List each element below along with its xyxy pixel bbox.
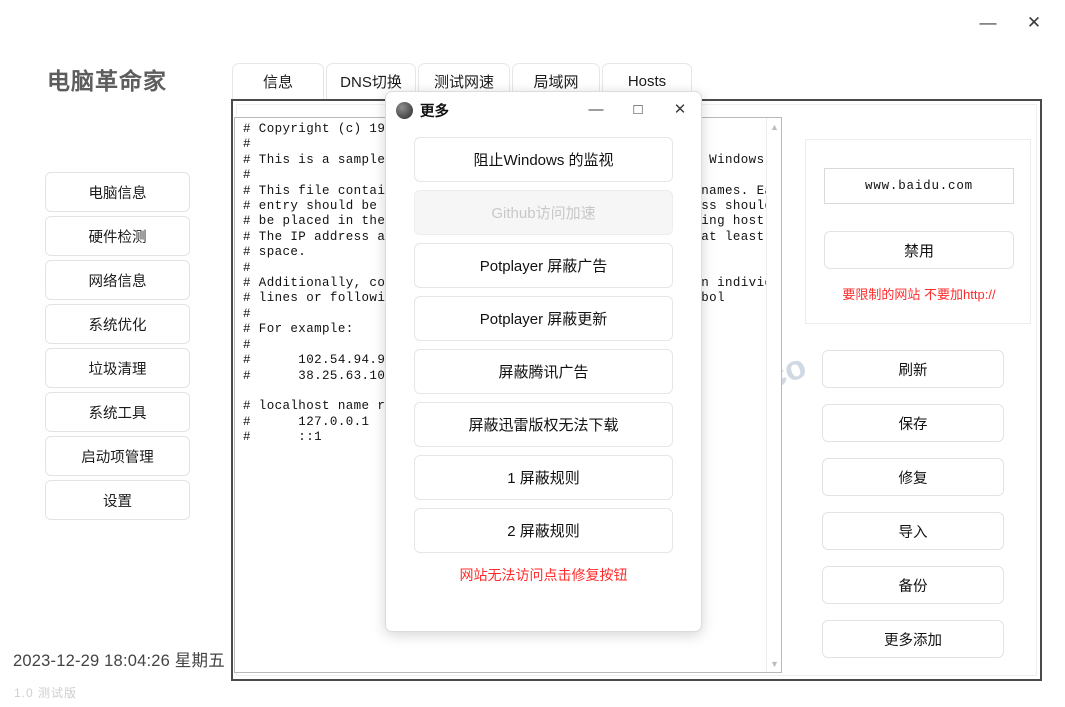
dialog-window-controls: — □ ✕ bbox=[575, 92, 701, 126]
block-tencent-ads-button[interactable]: 屏蔽腾讯广告 bbox=[414, 349, 673, 394]
save-button[interactable]: 保存 bbox=[822, 404, 1004, 442]
block-rule-2-button[interactable]: 2 屏蔽规则 bbox=[414, 508, 673, 553]
clock-text: 2023-12-29 18:04:26 星期五 bbox=[13, 652, 225, 670]
backup-button[interactable]: 备份 bbox=[822, 566, 1004, 604]
refresh-button[interactable]: 刷新 bbox=[822, 350, 1004, 388]
sidebar-item-system-tools[interactable]: 系统工具 bbox=[45, 392, 190, 432]
block-rule-1-button[interactable]: 1 屏蔽规则 bbox=[414, 455, 673, 500]
dialog-body: 阻止Windows 的监视 Github访问加速 Potplayer 屏蔽广告 … bbox=[386, 137, 701, 585]
app-title: 电脑革命家 bbox=[47, 68, 167, 94]
dialog-maximize-icon[interactable]: □ bbox=[617, 92, 659, 126]
import-button[interactable]: 导入 bbox=[822, 512, 1004, 550]
close-icon[interactable]: ✕ bbox=[1011, 4, 1057, 40]
scroll-down-icon[interactable]: ▼ bbox=[767, 656, 781, 671]
dialog-minimize-icon[interactable]: — bbox=[575, 92, 617, 126]
app-logo-icon bbox=[396, 101, 413, 119]
tab-info[interactable]: 信息 bbox=[232, 63, 324, 99]
sidebar-item-computer-info[interactable]: 电脑信息 bbox=[45, 172, 190, 212]
action-button-column: 刷新 保存 修复 导入 备份 更多添加 bbox=[822, 350, 1004, 674]
github-accelerate-button: Github访问加速 bbox=[414, 190, 673, 235]
disable-button[interactable]: 禁用 bbox=[824, 231, 1014, 269]
sidebar-item-junk-clean[interactable]: 垃圾清理 bbox=[45, 348, 190, 388]
sidebar: 电脑信息 硬件检测 网络信息 系统优化 垃圾清理 系统工具 启动项管理 设置 bbox=[45, 172, 190, 524]
repair-button[interactable]: 修复 bbox=[822, 458, 1004, 496]
dialog-title: 更多 bbox=[420, 103, 449, 120]
dialog-note-text: 网站无法访问点击修复按钮 bbox=[459, 567, 628, 583]
dialog-close-icon[interactable]: ✕ bbox=[659, 92, 701, 126]
window-titlebar: — ✕ bbox=[0, 0, 1065, 46]
sidebar-item-startup-manage[interactable]: 启动项管理 bbox=[45, 436, 190, 476]
version-text: 1.0 测试版 bbox=[14, 686, 78, 700]
sidebar-item-system-optimize[interactable]: 系统优化 bbox=[45, 304, 190, 344]
potplayer-block-update-button[interactable]: Potplayer 屏蔽更新 bbox=[414, 296, 673, 341]
sidebar-item-network-info[interactable]: 网络信息 bbox=[45, 260, 190, 300]
dialog-titlebar: 更多 — □ ✕ bbox=[386, 92, 701, 128]
restrict-site-group: www.baidu.com 禁用 要限制的网站 不要加http:// bbox=[805, 139, 1031, 324]
minimize-icon[interactable]: — bbox=[965, 4, 1011, 40]
scroll-up-icon[interactable]: ▲ bbox=[767, 119, 781, 134]
sidebar-item-settings[interactable]: 设置 bbox=[45, 480, 190, 520]
sidebar-item-hardware-detect[interactable]: 硬件检测 bbox=[45, 216, 190, 256]
potplayer-block-ads-button[interactable]: Potplayer 屏蔽广告 bbox=[414, 243, 673, 288]
window-controls: — ✕ bbox=[965, 4, 1057, 40]
more-dialog: 更多 — □ ✕ 阻止Windows 的监视 Github访问加速 Potpla… bbox=[385, 91, 702, 632]
block-windows-telemetry-button[interactable]: 阻止Windows 的监视 bbox=[414, 137, 673, 182]
more-add-button[interactable]: 更多添加 bbox=[822, 620, 1004, 658]
url-input[interactable]: www.baidu.com bbox=[824, 168, 1014, 204]
restrict-hint-text: 要限制的网站 不要加http:// bbox=[842, 287, 996, 302]
hosts-scrollbar[interactable]: ▲ ▼ bbox=[766, 118, 781, 672]
block-xunlei-copyright-button[interactable]: 屏蔽迅雷版权无法下载 bbox=[414, 402, 673, 447]
